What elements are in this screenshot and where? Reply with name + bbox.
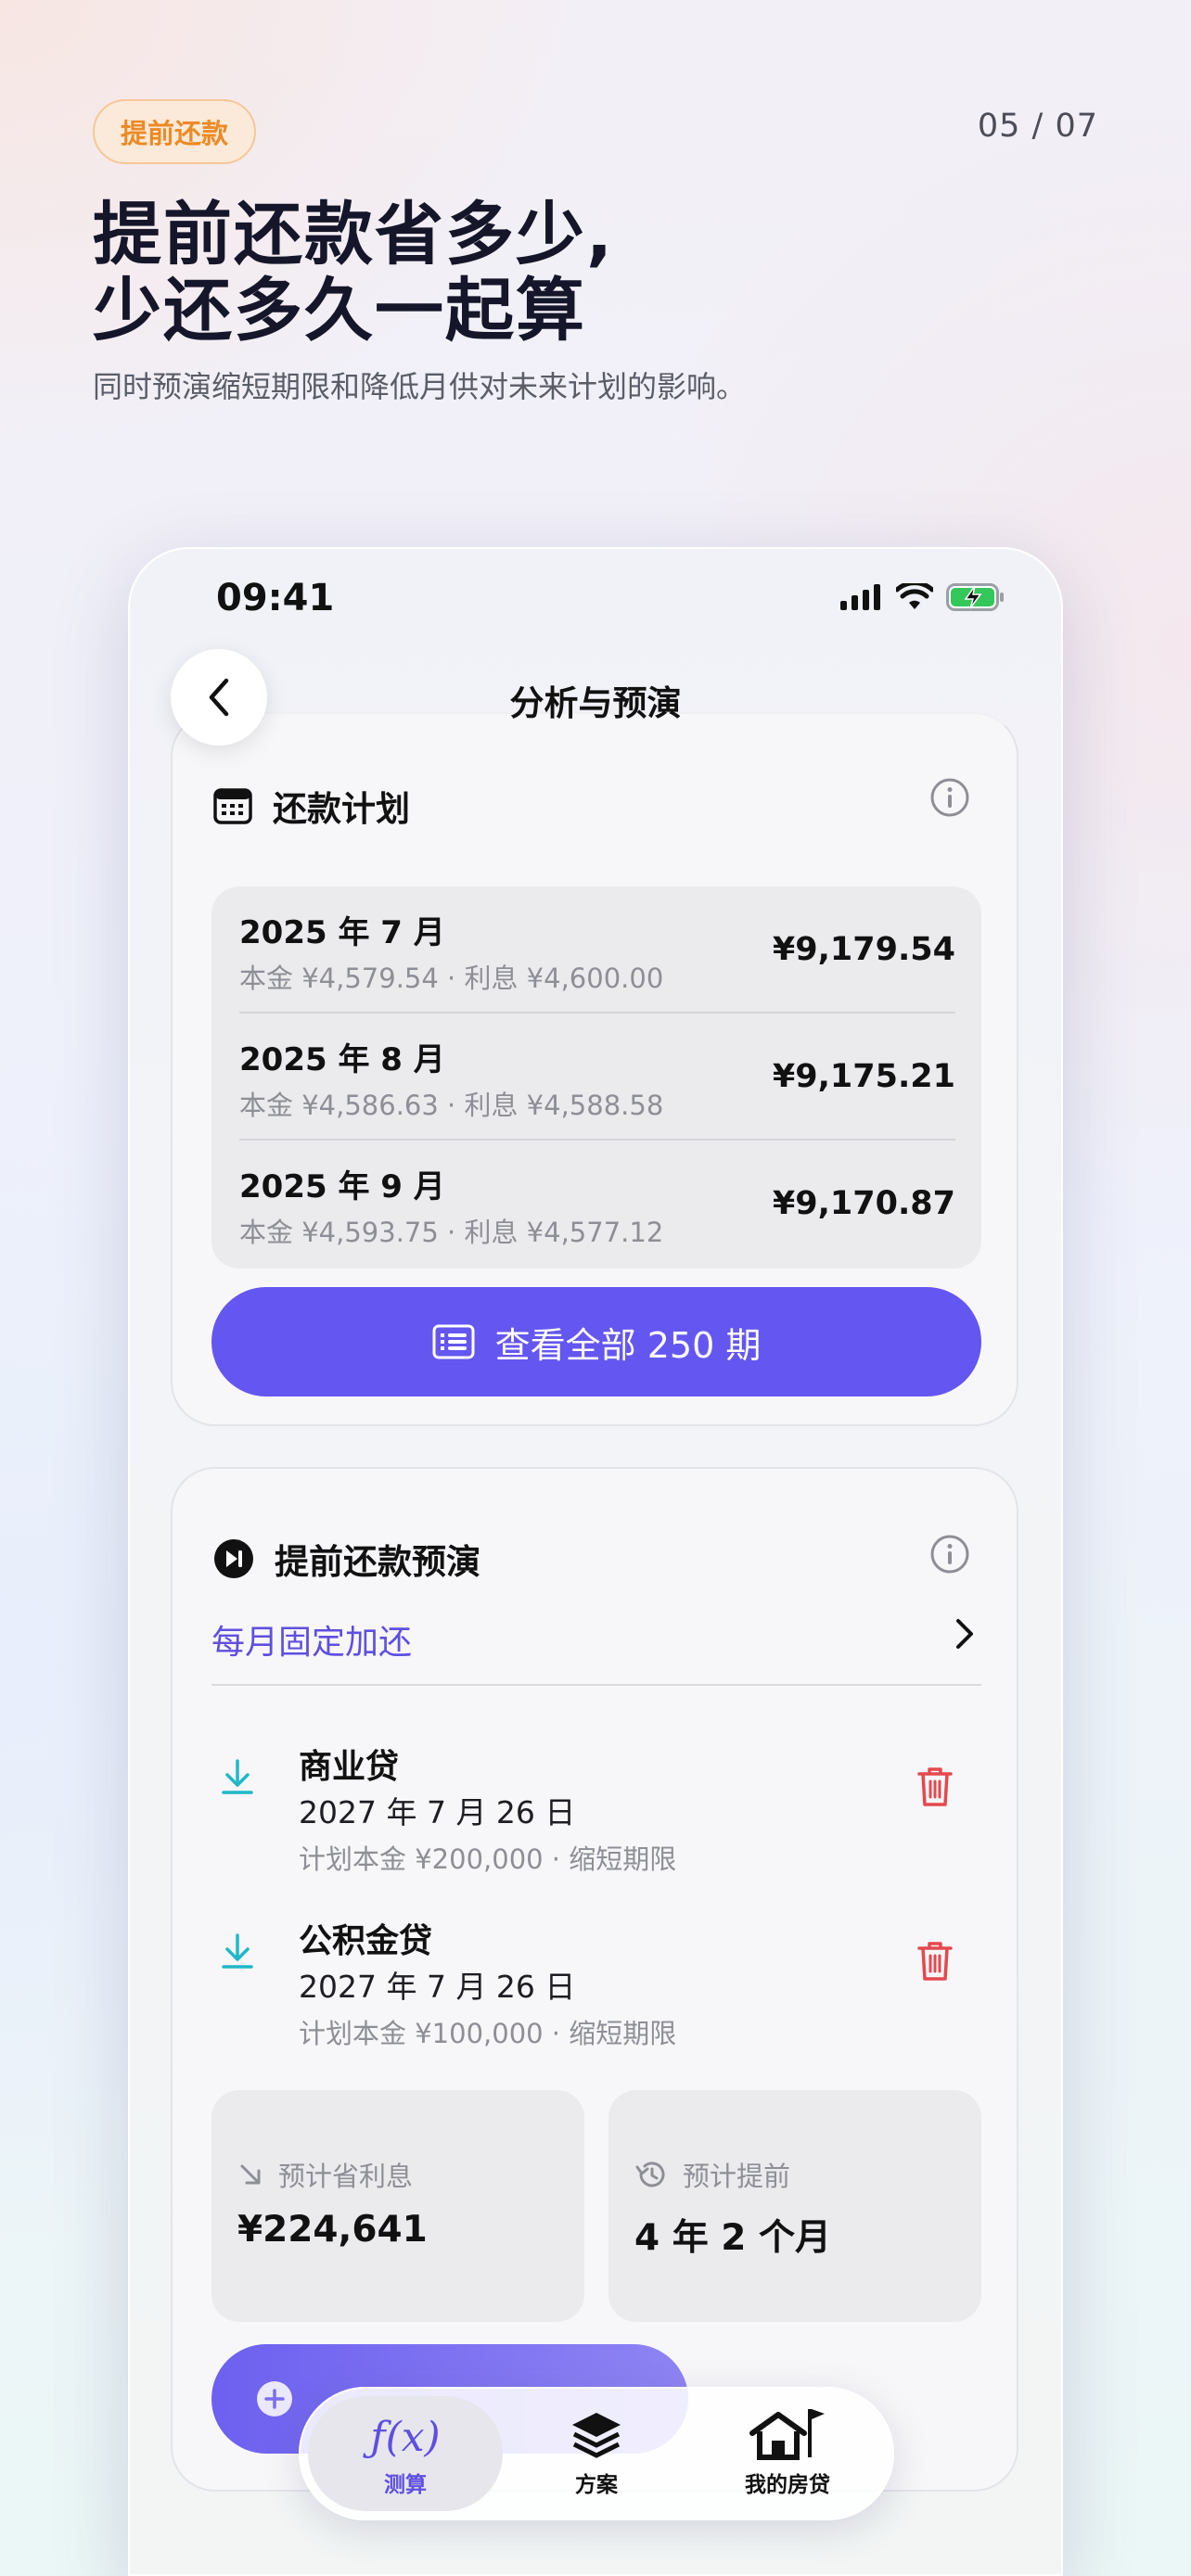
- plan-row-detail: 本金 ¥4,586.63 · 利息 ¥4,588.58: [239, 1090, 664, 1121]
- cellular-signal-icon: [840, 584, 880, 610]
- plan-row-amount: ¥9,179.54: [772, 931, 955, 968]
- page-title: 分析与预演: [509, 683, 682, 723]
- skip-forward-icon: [214, 1539, 253, 1578]
- view-all-label: 查看全部 250 期: [494, 1324, 762, 1366]
- prepayment-title: 提前还款预演: [275, 1542, 480, 1582]
- plan-row-amount: ¥9,175.21: [772, 1058, 955, 1095]
- tab-label: 我的房贷: [745, 2473, 830, 2497]
- interest-saved-box: 预计省利息 ¥224,641: [211, 2090, 584, 2322]
- calendar-icon: [213, 788, 252, 824]
- prepayment-item[interactable]: 公积金贷 2027 年 7 月 26 日 计划本金 ¥100,000 · 缩短期…: [211, 1914, 981, 2072]
- phone-screen: 09:41 还款计划 2025 年 7 月 本金 ¥4,579.54 · 利息 …: [128, 547, 1063, 2576]
- info-icon[interactable]: [929, 777, 970, 818]
- repayment-plan-header: 还款计划: [213, 781, 410, 831]
- fixed-extra-label: 每月固定加还: [211, 1624, 413, 1662]
- prepayment-date: 2027 年 7 月 26 日: [299, 1794, 576, 1830]
- plan-row-month: 2025 年 9 月: [239, 1168, 445, 1205]
- prepayment-item[interactable]: 商业贷 2027 年 7 月 26 日 计划本金 ¥200,000 · 缩短期限: [211, 1740, 981, 1897]
- prepayment-card: 提前还款预演 每月固定加还 商业贷 2027 年 7 月 26 日 计划本金 ¥…: [171, 1467, 1018, 2492]
- time-saved-box: 预计提前 4 年 2 个月: [608, 2090, 981, 2322]
- headline-line-2: 少还多久一起算: [93, 271, 586, 351]
- arrow-down-right-icon: [240, 2164, 261, 2185]
- plan-row-amount: ¥9,170.87: [772, 1185, 955, 1222]
- time-saved-label: 预计提前: [683, 2161, 791, 2192]
- plan-row-month: 2025 年 7 月: [239, 914, 445, 951]
- tab-plans[interactable]: 方案: [499, 2396, 694, 2511]
- prepayment-plan: 计划本金 ¥100,000 · 缩短期限: [299, 2018, 677, 2049]
- fixed-extra-payment-row[interactable]: 每月固定加还: [211, 1608, 981, 1686]
- plan-row[interactable]: 2025 年 7 月 本金 ¥4,579.54 · 利息 ¥4,600.00 ¥…: [239, 886, 955, 1014]
- plan-row-month: 2025 年 8 月: [239, 1041, 445, 1078]
- trash-icon[interactable]: [916, 1940, 954, 1983]
- headline: 提前还款省多少, 少还多久一起算: [93, 197, 614, 349]
- loan-name: 商业贷: [299, 1748, 400, 1786]
- page-indicator: 05 / 07: [977, 108, 1098, 145]
- repayment-plan-card: 还款计划 2025 年 7 月 本金 ¥4,579.54 · 利息 ¥4,600…: [171, 712, 1018, 1426]
- status-icons: [840, 582, 1005, 612]
- tab-bar: ƒ(x) 测算 方案 我的房贷: [299, 2387, 894, 2520]
- plan-row-detail: 本金 ¥4,579.54 · 利息 ¥4,600.00: [239, 963, 664, 994]
- repayment-plan-list: 2025 年 7 月 本金 ¥4,579.54 · 利息 ¥4,600.00 ¥…: [211, 886, 981, 1269]
- wifi-icon: [896, 583, 933, 609]
- status-time: 09:41: [216, 577, 335, 619]
- repayment-plan-title: 还款计划: [273, 789, 410, 829]
- layers-icon: [572, 2413, 621, 2458]
- plus-circle-icon: [257, 2381, 292, 2417]
- headline-line-1: 提前还款省多少,: [93, 195, 615, 274]
- chevron-right-icon: [956, 1619, 973, 1649]
- time-saved-label-row: 预计提前: [634, 2155, 790, 2194]
- subtitle: 同时预演缩短期限和降低月供对未来计划的影响。: [93, 369, 747, 404]
- category-tag: 提前还款: [93, 99, 257, 164]
- prepayment-plan: 计划本金 ¥200,000 · 缩短期限: [299, 1843, 677, 1875]
- tab-calculate[interactable]: ƒ(x) 测算: [308, 2396, 503, 2511]
- interest-saved-label-row: 预计省利息: [237, 2155, 413, 2194]
- info-icon[interactable]: [929, 1534, 970, 1575]
- prepayment-date: 2027 年 7 月 26 日: [299, 1969, 576, 2005]
- plan-row[interactable]: 2025 年 8 月 本金 ¥4,586.63 · 利息 ¥4,588.58 ¥…: [239, 1014, 955, 1141]
- history-icon: [635, 2162, 665, 2187]
- view-all-periods-button[interactable]: 查看全部 250 期: [211, 1287, 981, 1396]
- plan-row-detail: 本金 ¥4,593.75 · 利息 ¥4,577.12: [239, 1217, 664, 1248]
- interest-saved-value: ¥224,641: [237, 2209, 428, 2251]
- download-arrow-icon: [222, 1759, 253, 1794]
- loan-name: 公积金贷: [299, 1922, 433, 1960]
- trash-icon[interactable]: [916, 1766, 954, 1808]
- download-arrow-icon: [222, 1933, 253, 1969]
- tab-my-mortgage[interactable]: 我的房贷: [690, 2396, 885, 2511]
- time-saved-value: 4 年 2 个月: [634, 2217, 832, 2259]
- list-icon: [432, 1324, 475, 1359]
- tab-label: 方案: [575, 2473, 618, 2497]
- house-flag-icon: [749, 2409, 825, 2460]
- battery-charging-icon: [946, 583, 1004, 611]
- fx-icon: ƒ(x): [370, 2414, 441, 2461]
- plan-row[interactable]: 2025 年 9 月 本金 ¥4,593.75 · 利息 ¥4,577.12 ¥…: [239, 1141, 955, 1268]
- interest-saved-label: 预计省利息: [278, 2161, 414, 2192]
- prepayment-header: 提前还款预演: [213, 1534, 480, 1584]
- tab-label: 测算: [384, 2473, 427, 2497]
